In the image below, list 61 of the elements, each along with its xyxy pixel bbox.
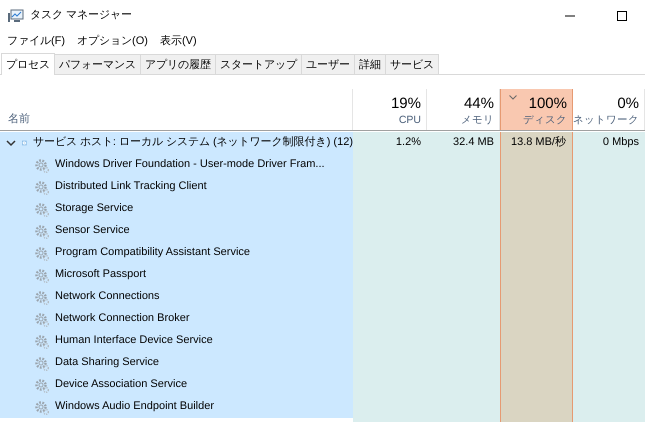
gear-icon xyxy=(34,290,49,304)
service-name: Microsoft Passport xyxy=(55,268,146,282)
column-header[interactable]: 19% CPU xyxy=(353,89,427,130)
service-name: Sensor Service xyxy=(55,224,130,238)
service-row[interactable]: Network Connection Broker xyxy=(0,308,353,330)
gear-icon xyxy=(34,356,49,370)
sort-caret-icon xyxy=(509,95,517,100)
process-row[interactable]: サービス ホスト: ローカル システム (ネットワーク制限付き) (12) xyxy=(0,132,353,154)
tab[interactable]: パフォーマンス xyxy=(54,54,141,74)
maximize-icon[interactable] xyxy=(617,11,627,21)
gear-icon xyxy=(34,202,49,216)
gear-icon xyxy=(34,400,49,414)
gear-icon xyxy=(34,246,49,260)
service-name: Device Association Service xyxy=(55,378,188,392)
service-row[interactable]: Microsoft Passport xyxy=(0,264,353,286)
service-name: Network Connection Broker xyxy=(55,312,190,326)
service-name: Distributed Link Tracking Client xyxy=(55,180,207,194)
menu-item[interactable]: ファイル(F) xyxy=(2,35,70,49)
gear-icon xyxy=(34,378,49,392)
gear-icon xyxy=(34,312,49,326)
service-row[interactable]: Storage Service xyxy=(0,198,353,220)
menu-item[interactable]: 表示(V) xyxy=(154,35,202,49)
tab[interactable]: 詳細 xyxy=(354,54,386,74)
gear-icon xyxy=(34,158,49,172)
gear-icon xyxy=(34,268,49,282)
service-row[interactable]: Sensor Service xyxy=(0,220,353,242)
minimize-icon[interactable] xyxy=(565,15,575,17)
service-name: Data Sharing Service xyxy=(55,356,159,370)
service-name: Storage Service xyxy=(55,202,134,216)
tab[interactable]: ユーザー xyxy=(301,54,355,74)
column-header[interactable]: 名前 xyxy=(8,113,30,127)
service-row[interactable]: Human Interface Device Service xyxy=(0,330,353,352)
service-name: Windows Driver Foundation - User-mode Driver Fram... xyxy=(55,158,325,172)
service-row[interactable]: Network Connections xyxy=(0,286,353,308)
table-cell: 13.8 MB/秒 xyxy=(510,136,566,150)
column-header[interactable]: 100% ディスク xyxy=(500,89,573,130)
service-row[interactable]: Windows Audio Endpoint Builder xyxy=(0,396,353,418)
service-row[interactable]: Program Compatibility Assistant Service xyxy=(0,242,353,264)
service-row[interactable]: Distributed Link Tracking Client xyxy=(0,176,353,198)
process-name: サービス ホスト: ローカル システム (ネットワーク制限付き) (12) xyxy=(32,136,353,150)
table-cell: 0 Mbps xyxy=(602,136,639,150)
service-row[interactable]: Device Association Service xyxy=(0,374,353,396)
gear-icon xyxy=(34,224,49,238)
service-name: Human Interface Device Service xyxy=(55,334,213,348)
window-title: タスク マネージャー xyxy=(30,9,132,23)
service-name: Windows Audio Endpoint Builder xyxy=(55,400,214,414)
table-cell: 1.2% xyxy=(396,136,421,150)
service-row[interactable]: Windows Driver Foundation - User-mode Driver Fram... xyxy=(0,154,353,176)
service-row[interactable]: Data Sharing Service xyxy=(0,352,353,374)
gear-icon xyxy=(34,180,49,194)
tab[interactable]: アプリの履歴 xyxy=(140,54,216,74)
menu-item[interactable]: オプション(O) xyxy=(72,35,153,49)
monitor-chart-icon xyxy=(8,9,24,23)
table-cell: 32.4 MB xyxy=(453,136,494,150)
column-header[interactable]: 0% ネットワーク xyxy=(573,89,645,130)
service-name: Program Compatibility Assistant Service xyxy=(55,246,250,260)
tab[interactable]: スタートアップ xyxy=(215,54,302,74)
gear-icon xyxy=(34,334,49,348)
tab[interactable]: サービス xyxy=(385,54,439,74)
service-name: Network Connections xyxy=(55,290,160,304)
tab[interactable]: プロセス xyxy=(1,53,55,75)
